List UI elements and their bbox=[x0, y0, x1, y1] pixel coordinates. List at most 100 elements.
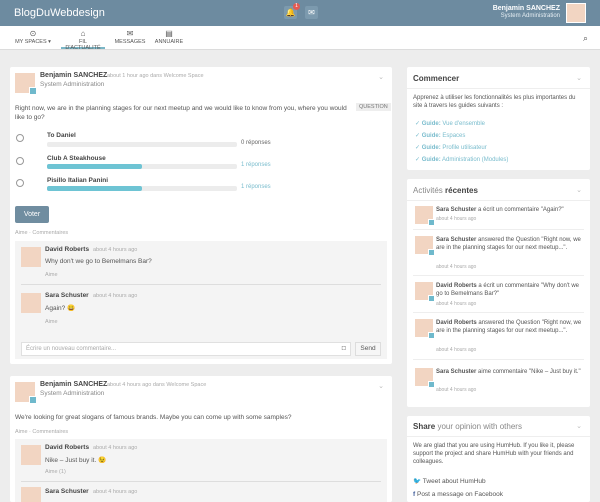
post-author[interactable]: Benjamin SANCHEZ bbox=[40, 72, 107, 79]
poll-radio[interactable] bbox=[16, 179, 24, 187]
comment-author[interactable]: Sara Schuster bbox=[45, 292, 89, 299]
nav-fil-actualite[interactable]: ⌂ FIL D'ACTUALITÉ bbox=[61, 29, 105, 51]
envelope-icon: ✉ bbox=[126, 29, 134, 38]
tweet-link[interactable]: 🐦 Tweet about HumHub bbox=[413, 477, 486, 485]
comment-meta: about 4 hours ago bbox=[93, 247, 138, 253]
notifications-button[interactable]: 🔔 1 bbox=[284, 3, 300, 19]
comment-meta: about 4 hours ago bbox=[93, 293, 138, 299]
poll-votes[interactable]: 1 réponses bbox=[241, 162, 271, 168]
facebook-link[interactable]: f Post a message on Facebook bbox=[413, 491, 503, 498]
post-meta: about 1 hour ago dans Welcome Space bbox=[107, 73, 204, 79]
avatar[interactable] bbox=[15, 382, 37, 404]
guide-link[interactable]: ✓ Guide: Profile utilisateur bbox=[415, 144, 487, 151]
user-name[interactable]: Benjamin SANCHEZ bbox=[493, 5, 560, 12]
chevron-down-icon[interactable]: ⌄ bbox=[378, 73, 384, 81]
book-icon: ▤ bbox=[165, 29, 173, 38]
post-role: System Administration bbox=[40, 390, 105, 397]
panel-title: Share your opinion with others bbox=[413, 422, 522, 431]
activity-item[interactable]: Sara Schuster a écrit un commentaire "Ag… bbox=[436, 206, 584, 214]
comment-author[interactable]: David Roberts bbox=[45, 444, 89, 451]
avatar[interactable] bbox=[415, 319, 435, 339]
user-role: System Administration bbox=[500, 13, 560, 19]
facebook-icon: f bbox=[413, 491, 416, 498]
messages-button[interactable]: ✉ bbox=[305, 6, 318, 19]
poll-bar bbox=[47, 142, 237, 147]
guide-link[interactable]: ✓ Guide: Administration (Modules) bbox=[415, 156, 508, 163]
comment-text: Nike – Just buy it. 😉 bbox=[45, 457, 107, 464]
avatar[interactable] bbox=[415, 282, 435, 302]
avatar[interactable] bbox=[21, 247, 41, 267]
activity-item[interactable]: Sara Schuster aime commentaire "Nike – J… bbox=[436, 368, 584, 376]
post-meta: about 4 hours ago dans Welcome Space bbox=[107, 382, 207, 388]
poll-votes[interactable]: 1 réponses bbox=[241, 184, 271, 190]
search-icon[interactable]: ⌕ bbox=[583, 33, 588, 44]
comment-author[interactable]: Sara Schuster bbox=[45, 488, 89, 495]
comments-area: David Roberts about 4 hours ago Nike – J… bbox=[15, 439, 387, 502]
post-body: We're looking for great slogans of famou… bbox=[15, 414, 292, 421]
commencer-panel: Commencer ⌄ Apprenez à utiliser les fonc… bbox=[407, 67, 590, 170]
avatar[interactable] bbox=[415, 236, 435, 256]
activity-time: about 4 hours ago bbox=[436, 301, 477, 307]
guide-link[interactable]: ✓ Guide: Espaces bbox=[415, 132, 465, 139]
nav-my-spaces[interactable]: ⊙ MY SPACES ▾ bbox=[14, 29, 52, 45]
avatar[interactable] bbox=[21, 445, 41, 465]
question-badge: QUESTION bbox=[356, 103, 391, 111]
chevron-down-icon[interactable]: ⌄ bbox=[576, 422, 582, 430]
comment-input[interactable]: Écrire un nouveau commentaire... ◘ bbox=[21, 342, 351, 356]
comment-like[interactable]: Aime bbox=[45, 319, 58, 325]
panel-title: Commencer bbox=[413, 74, 460, 83]
notification-count: 1 bbox=[293, 3, 300, 10]
avatar[interactable] bbox=[15, 73, 37, 95]
activity-item[interactable]: David Roberts answered the Question "Rig… bbox=[436, 319, 584, 335]
avatar[interactable] bbox=[415, 368, 435, 388]
post-actions[interactable]: Aime · Commentaires bbox=[15, 230, 68, 236]
post-role: System Administration bbox=[40, 81, 105, 88]
activity-time: about 4 hours ago bbox=[436, 347, 477, 353]
nav-messages[interactable]: ✉ MESSAGES bbox=[114, 29, 146, 45]
poll-votes[interactable]: 0 réponses bbox=[241, 140, 271, 146]
poll-radio[interactable] bbox=[16, 157, 24, 165]
poll-question: Right now, we are in the planning stages… bbox=[15, 105, 347, 121]
comments-area: David Roberts about 4 hours ago Why don'… bbox=[15, 241, 387, 359]
avatar[interactable] bbox=[21, 487, 41, 502]
comment-like[interactable]: Aime bbox=[45, 272, 58, 278]
nav-annuaire[interactable]: ▤ ANNUAIRE bbox=[153, 29, 185, 45]
activity-time: about 4 hours ago bbox=[436, 264, 477, 270]
comment-meta: about 4 hours ago bbox=[93, 445, 138, 451]
home-icon: ⌂ bbox=[80, 29, 86, 38]
avatar[interactable] bbox=[21, 293, 41, 313]
panel-title: Activités récentes bbox=[413, 186, 478, 195]
activity-item[interactable]: David Roberts a écrit un commentaire "Wh… bbox=[436, 282, 584, 298]
chevron-down-icon[interactable]: ⌄ bbox=[576, 74, 582, 82]
guide-link[interactable]: ✓ Guide: Vue d'ensemble bbox=[415, 120, 485, 127]
user-avatar[interactable] bbox=[566, 3, 586, 23]
post-text: Benjamin SANCHEZ about 4 hours ago dans … bbox=[10, 376, 392, 502]
poll-radio[interactable] bbox=[16, 134, 24, 142]
brand-logo[interactable]: BlogDuWebdesign bbox=[14, 7, 105, 19]
chevron-down-icon[interactable]: ⌄ bbox=[576, 186, 582, 194]
activity-panel: Activités récentes ⌄ Sara Schuster a écr… bbox=[407, 179, 590, 407]
chevron-down-icon[interactable]: ⌄ bbox=[378, 382, 384, 390]
camera-icon[interactable]: ◘ bbox=[342, 345, 346, 352]
comment-like[interactable]: Aime (1) bbox=[45, 469, 66, 475]
comment-author[interactable]: David Roberts bbox=[45, 246, 89, 253]
poll-option-label: To Daniel bbox=[47, 132, 76, 139]
send-button[interactable]: Send bbox=[355, 342, 381, 356]
post-poll: Benjamin SANCHEZ about 1 hour ago dans W… bbox=[10, 67, 392, 364]
twitter-icon: 🐦 bbox=[413, 478, 422, 485]
activity-time: about 4 hours ago bbox=[436, 387, 477, 393]
comment-text: Again? 😀 bbox=[45, 305, 76, 312]
post-author[interactable]: Benjamin SANCHEZ bbox=[40, 381, 107, 388]
activity-item[interactable]: Sara Schuster answered the Question "Rig… bbox=[436, 236, 584, 252]
activity-time: about 4 hours ago bbox=[436, 216, 477, 222]
post-actions[interactable]: Aime · Commentaires bbox=[15, 429, 68, 435]
commencer-intro: Apprenez à utiliser les fonctionnalités … bbox=[413, 95, 576, 109]
top-bar: BlogDuWebdesign 🔔 1 ✉ Benjamin SANCHEZ S… bbox=[0, 0, 600, 26]
main-nav: ⊙ MY SPACES ▾ ⌂ FIL D'ACTUALITÉ ✉ MESSAG… bbox=[0, 26, 600, 51]
poll-option-label: Pisillo Italian Panini bbox=[47, 177, 109, 184]
poll-bar bbox=[47, 186, 237, 191]
share-panel: Share your opinion with others ⌄ We are … bbox=[407, 416, 590, 502]
vote-button[interactable]: Voter bbox=[15, 206, 49, 223]
comment-meta: about 4 hours ago bbox=[93, 489, 138, 495]
avatar[interactable] bbox=[415, 206, 435, 226]
